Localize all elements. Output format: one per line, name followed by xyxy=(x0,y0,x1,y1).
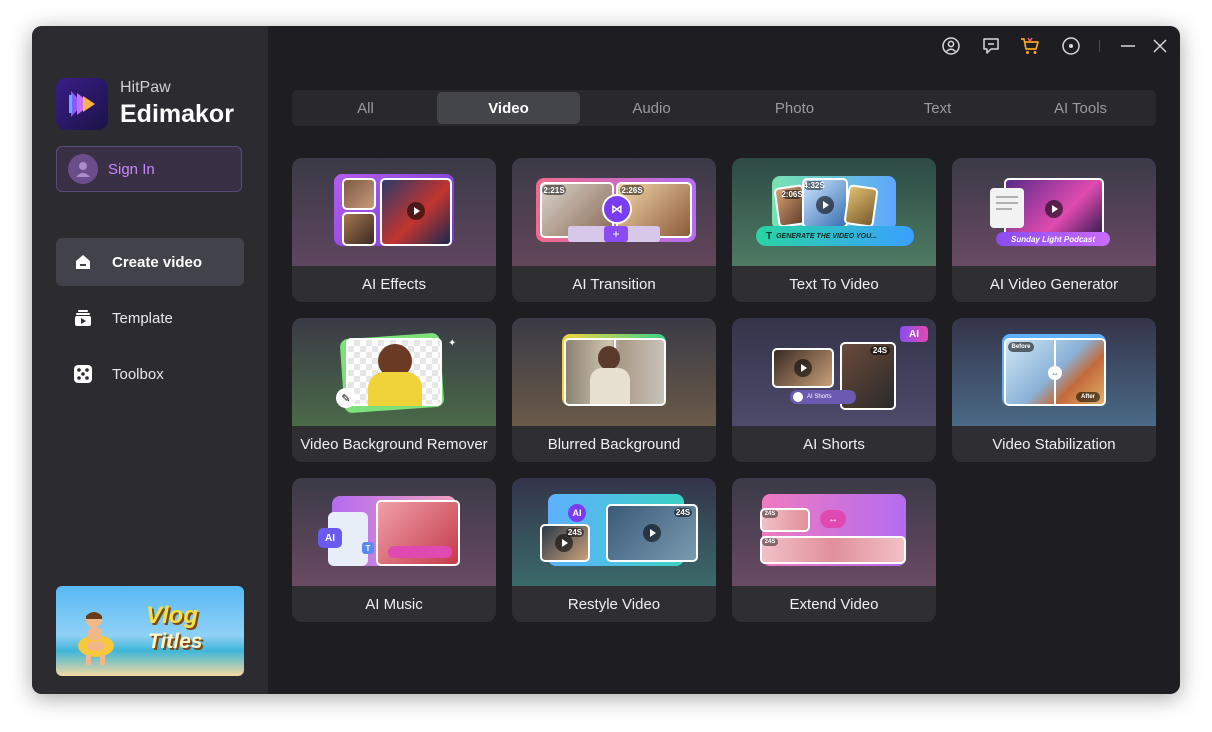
ai-tag: AI xyxy=(568,504,586,522)
card-blurred-background[interactable]: Blurred Background xyxy=(512,318,716,462)
topbar-divider xyxy=(1099,40,1100,52)
card-label: Blurred Background xyxy=(512,426,716,462)
text-tag: T xyxy=(362,542,374,554)
card-label: Video Background Remover xyxy=(292,426,496,462)
duration-tag: 4:32S xyxy=(803,181,825,190)
transition-icon: ⋈ xyxy=(602,194,632,224)
sign-in-button[interactable]: Sign In xyxy=(56,146,242,192)
card-restyle-video[interactable]: AI 24S 24S Restyle Video xyxy=(512,478,716,622)
ai-tag: AI xyxy=(318,528,342,548)
dice-toolbox-icon xyxy=(72,363,94,385)
kid-swim-ring-image xyxy=(78,612,114,665)
text-t-icon: T xyxy=(766,230,773,242)
category-tabs: All Video Audio Photo Text AI Tools xyxy=(292,90,1156,126)
card-ai-music[interactable]: AI T AI Music xyxy=(292,478,496,622)
card-video-background-remover[interactable]: ✎ ✦ Video Background Remover xyxy=(292,318,496,462)
nav-label: Template xyxy=(112,309,173,327)
before-label: Before xyxy=(1008,342,1034,352)
settings-icon[interactable] xyxy=(1061,36,1081,56)
card-label: Text To Video xyxy=(732,266,936,302)
card-label: AI Effects xyxy=(292,266,496,302)
card-label: Extend Video xyxy=(732,586,936,622)
extend-arrows-icon: ↔ xyxy=(820,510,846,528)
ai-effects-preview xyxy=(292,158,496,266)
text-to-video-preview: 4:32S 2:06S T GENERATE THE VIDEO YOU... xyxy=(732,158,936,266)
compare-slider-icon[interactable]: ⇔ xyxy=(1048,366,1062,380)
nav-label: Create video xyxy=(112,253,203,271)
brand-subtitle: HitPaw xyxy=(120,79,171,96)
ai-shorts-toggle-label: AI Shorts xyxy=(807,394,832,400)
card-ai-effects[interactable]: AI Effects xyxy=(292,158,496,302)
card-extend-video[interactable]: 24S 24S ↔ Extend Video xyxy=(732,478,936,622)
template-icon xyxy=(72,307,94,329)
card-label: AI Video Generator xyxy=(952,266,1156,302)
tab-ai-tools[interactable]: AI Tools xyxy=(1009,92,1152,124)
brand-title: Edimakor xyxy=(120,100,234,128)
card-ai-shorts[interactable]: AI 24S AI Shorts AI Shorts xyxy=(732,318,936,462)
card-label: Video Stabilization xyxy=(952,426,1156,462)
tab-text[interactable]: Text xyxy=(866,92,1009,124)
duration-tag: 2:26S xyxy=(620,185,644,195)
tab-audio[interactable]: Audio xyxy=(580,92,723,124)
edimakor-logo-icon xyxy=(56,78,108,130)
card-label: AI Music xyxy=(292,586,496,622)
promo-title-line2: Titles xyxy=(148,630,203,653)
duration-tag: 24S xyxy=(762,538,778,546)
card-ai-video-generator[interactable]: Sunday Light Podcast AI Video Generator xyxy=(952,158,1156,302)
video-bg-remover-preview: ✎ ✦ xyxy=(292,318,496,426)
card-ai-transition[interactable]: 2:21S 2:26S ⋈ + AI Transition xyxy=(512,158,716,302)
duration-tag: 24S xyxy=(674,508,692,517)
magic-wand-icon: ✎ xyxy=(336,388,356,408)
podcast-banner: Sunday Light Podcast xyxy=(996,232,1110,246)
duration-tag: 24S xyxy=(566,528,584,537)
card-video-stabilization[interactable]: ⇔ Before After Video Stabilization xyxy=(952,318,1156,462)
user-avatar-icon xyxy=(68,154,98,184)
card-text-to-video[interactable]: 4:32S 2:06S T GENERATE THE VIDEO YOU... … xyxy=(732,158,936,302)
nav-item-template[interactable]: Template xyxy=(56,294,244,342)
ai-shorts-preview: AI 24S AI Shorts xyxy=(732,318,936,426)
cart-icon[interactable] xyxy=(1020,36,1040,56)
duration-tag: 2:06S xyxy=(781,190,803,199)
brand: HitPaw Edimakor xyxy=(56,78,234,130)
tab-photo[interactable]: Photo xyxy=(723,92,866,124)
card-label: Restyle Video xyxy=(512,586,716,622)
nav-label: Toolbox xyxy=(112,365,164,383)
ai-video-generator-preview: Sunday Light Podcast xyxy=(952,158,1156,266)
duration-tag: 2:21S xyxy=(542,185,566,195)
minimize-icon[interactable] xyxy=(1118,36,1138,56)
home-icon xyxy=(72,251,94,273)
nav-item-toolbox[interactable]: Toolbox xyxy=(56,350,244,398)
duration-tag: 24S xyxy=(870,346,890,355)
account-icon[interactable] xyxy=(941,36,961,56)
vlog-titles-promo-banner[interactable]: Vlog Titles xyxy=(56,586,244,676)
ai-badge: AI xyxy=(900,326,928,342)
nav-item-create-video[interactable]: Create video xyxy=(56,238,244,286)
restyle-video-preview: AI 24S 24S xyxy=(512,478,716,586)
tab-all[interactable]: All xyxy=(294,92,437,124)
card-label: AI Transition xyxy=(512,266,716,302)
ai-transition-preview: 2:21S 2:26S ⋈ + xyxy=(512,158,716,266)
after-label: After xyxy=(1076,392,1100,402)
video-stabilization-preview: ⇔ Before After xyxy=(952,318,1156,426)
promo-title-line1: Vlog xyxy=(146,602,198,629)
feedback-icon[interactable] xyxy=(981,36,1001,56)
generate-banner-text: GENERATE THE VIDEO YOU... xyxy=(776,232,877,240)
duration-tag: 24S xyxy=(762,510,778,518)
extend-video-preview: 24S 24S ↔ xyxy=(732,478,936,586)
tab-video[interactable]: Video xyxy=(437,92,580,124)
close-icon[interactable] xyxy=(1150,36,1170,56)
card-label: AI Shorts xyxy=(732,426,936,462)
ai-music-preview: AI T xyxy=(292,478,496,586)
blurred-bg-preview xyxy=(512,318,716,426)
sign-in-label: Sign In xyxy=(108,160,155,178)
sidebar: HitPaw Edimakor Sign In Create video Tem… xyxy=(32,26,268,694)
app-window: HitPaw Edimakor Sign In Create video Tem… xyxy=(32,26,1180,694)
sparkle-icon: ✦ xyxy=(448,338,457,349)
